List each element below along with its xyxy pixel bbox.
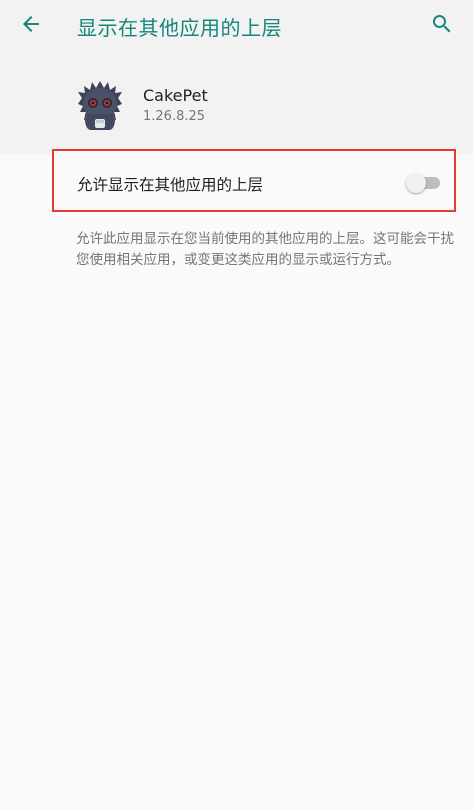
screen: 显示在其他应用的上层 CakePet 1.26.8.25 允许显示在其他应用的上… (0, 0, 473, 810)
search-button[interactable] (425, 9, 459, 43)
app-name: CakePet (143, 86, 208, 105)
app-version: 1.26.8.25 (143, 109, 206, 124)
page-title: 显示在其他应用的上层 (77, 16, 282, 40)
allow-overlay-toggle[interactable] (406, 173, 442, 193)
arrow-back-icon (19, 12, 43, 40)
back-button[interactable] (14, 9, 48, 43)
toggle-thumb (406, 173, 426, 193)
toolbar: 显示在其他应用的上层 (0, 0, 473, 52)
allow-overlay-setting-row[interactable]: 允许显示在其他应用的上层 (52, 149, 456, 212)
app-header: CakePet 1.26.8.25 (0, 62, 473, 152)
setting-description: 允许此应用显示在您当前使用的其他应用的上层。这可能会干扰您使用相关应用，或变更这… (76, 231, 454, 268)
search-icon (430, 12, 454, 40)
setting-label: 允许显示在其他应用的上层 (77, 176, 264, 194)
cakepet-app-icon (76, 78, 124, 132)
